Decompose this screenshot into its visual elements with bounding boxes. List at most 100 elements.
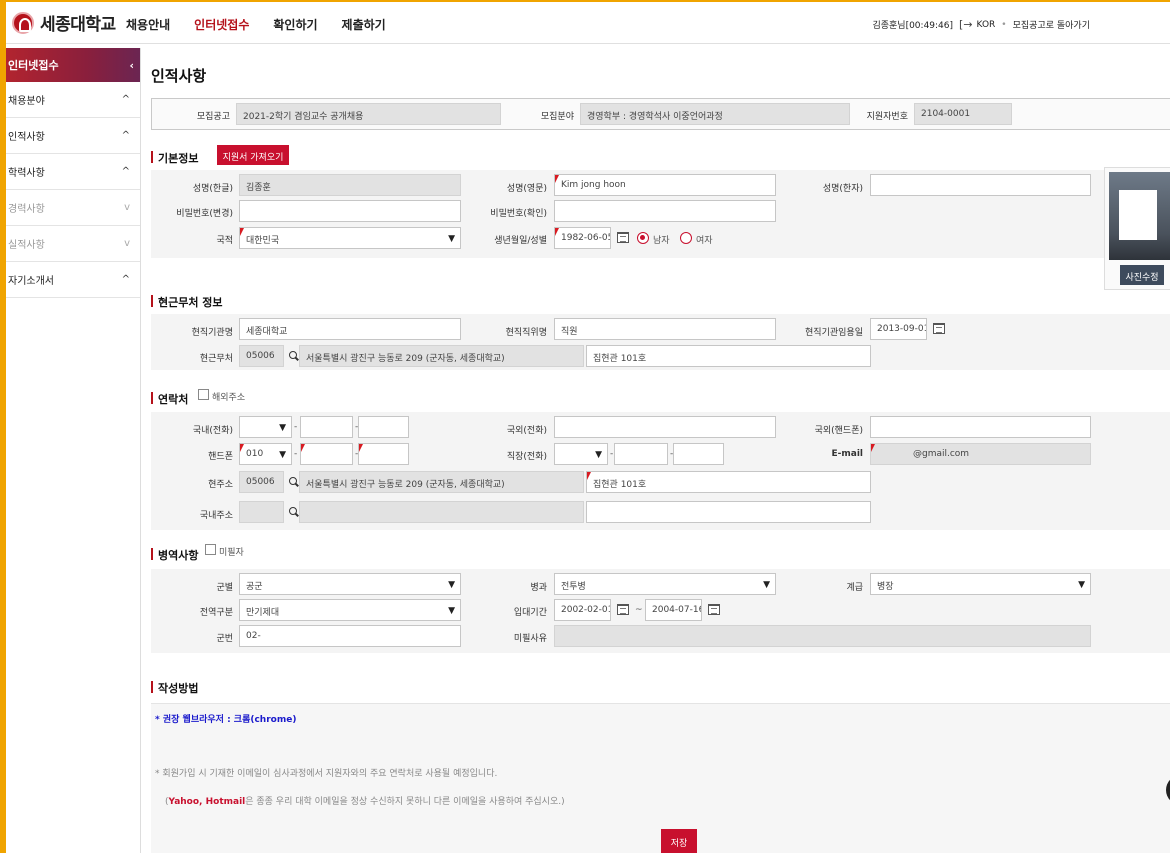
service-end-field[interactable]: 2004-07-16 (645, 599, 702, 621)
name-kr-label: 성명(한글) (192, 184, 233, 194)
intl-tel-field[interactable] (554, 416, 776, 438)
domestic-tel-label: 국내(전화) (192, 426, 233, 436)
overseas-address-checkbox[interactable] (198, 389, 209, 400)
gender-female-radio[interactable] (680, 232, 692, 244)
nationality-value: 대한민국 (246, 236, 280, 246)
nav-online-apply[interactable]: 인터넷접수 (194, 16, 249, 33)
domestic-zip-field (239, 501, 284, 523)
hire-date-label: 현직기관임용일 (805, 328, 863, 338)
mobile-last-field[interactable] (358, 443, 409, 465)
work-tel-mid-field[interactable] (614, 443, 668, 465)
discharge-type-select[interactable]: 만기제대 ▼ (239, 599, 461, 621)
mobile-prefix-select[interactable]: 010 ▼ (239, 443, 292, 465)
dropdown-arrow-icon: ▼ (448, 606, 455, 616)
password-field[interactable] (239, 200, 461, 222)
separator-dot: • (1001, 19, 1007, 30)
search-icon[interactable] (289, 507, 299, 517)
logout-icon[interactable]: [→ (959, 18, 973, 31)
mobile-mid-field[interactable] (300, 443, 353, 465)
domestic-tel-mid-field[interactable] (300, 416, 353, 438)
sidebar-item-label: 채용분야 (8, 96, 45, 107)
name-en-field[interactable]: Kim jong hoon (554, 174, 776, 196)
calendar-icon[interactable] (708, 604, 720, 615)
dash: - (294, 449, 298, 459)
sidebar-item-career[interactable]: 경력사항 v (6, 190, 140, 226)
applicant-number-value: 2104-0001 (914, 103, 1012, 125)
calendar-icon[interactable] (617, 604, 629, 615)
service-start-field[interactable]: 2002-02-01 (554, 599, 611, 621)
military-exempt-checkbox[interactable] (205, 544, 216, 555)
work-info-title: 현근무처 정보 (151, 294, 223, 310)
sidebar-item-label: 자기소개서 (8, 276, 54, 287)
calendar-icon[interactable] (933, 323, 945, 334)
password-confirm-field[interactable] (554, 200, 776, 222)
exempt-reason-field (554, 625, 1091, 647)
branch-select[interactable]: 공군 ▼ (239, 573, 461, 595)
sidebar-item-field[interactable]: 채용분야 ^ (6, 82, 140, 118)
intl-mobile-label: 국외(핸드폰) (814, 426, 863, 436)
applicant-number-label: 지원자번호 (866, 112, 908, 122)
home-zip-field: 05006 (239, 471, 284, 493)
nav-check[interactable]: 확인하기 (273, 16, 317, 33)
domestic-address-detail-field[interactable] (586, 501, 871, 523)
service-period-label: 입대기간 (513, 608, 547, 618)
service-type-select[interactable]: 전투병 ▼ (554, 573, 776, 595)
discharge-type-label: 전역구분 (199, 608, 233, 618)
position-label: 현직직위명 (505, 328, 547, 338)
search-icon[interactable] (289, 351, 299, 361)
nationality-select[interactable]: 대한민국 ▼ (239, 227, 461, 249)
position-field[interactable]: 직원 (554, 318, 776, 340)
birth-date-field[interactable]: 1982-06-05 (554, 227, 611, 249)
guide-box: * 권장 웹브라우저 : 크롬(chrome) * 회원가입 시 기재한 이메일… (151, 703, 1170, 823)
military-box: 군별 공군 ▼ 병과 전투병 ▼ 계급 병장 ▼ 전역구분 만기제대 ▼ 입대기간 20… (151, 569, 1170, 653)
save-button[interactable]: 저장 (661, 829, 697, 853)
gender-male-radio[interactable] (637, 232, 649, 244)
edit-photo-button[interactable]: 사진수정 (1120, 265, 1164, 285)
home-address-label: 현주소 (208, 480, 233, 490)
contact-box: 국내(전화) ▼ - - 국외(전화) 국외(핸드폰) 핸드폰 010 ▼ - -… (151, 412, 1170, 530)
password-confirm-label: 비밀번호(확인) (490, 209, 547, 219)
rank-select[interactable]: 병장 ▼ (870, 573, 1091, 595)
nav-submit[interactable]: 제출하기 (342, 16, 386, 33)
back-to-notice-link[interactable]: 모집공고로 돌아가기 (1013, 18, 1090, 31)
user-session: 김종훈님[00:49:46] (872, 21, 954, 31)
sidebar-item-achievements[interactable]: 실적사항 v (6, 226, 140, 262)
org-field[interactable]: 세종대학교 (239, 318, 461, 340)
name-cn-field[interactable] (870, 174, 1091, 196)
home-address-detail-field[interactable]: 집현관 101호 (586, 471, 871, 493)
sidebar-item-self-intro[interactable]: 자기소개서 ^ (6, 262, 140, 298)
sidebar-item-education[interactable]: 학력사항 ^ (6, 154, 140, 190)
language-selector[interactable]: KOR (977, 20, 996, 30)
dropdown-arrow-icon: ▼ (763, 580, 770, 590)
chevron-up-icon: ^ (121, 166, 130, 177)
domestic-tel-last-field[interactable] (358, 416, 409, 438)
nav-recruit-info[interactable]: 채용안내 (126, 16, 170, 33)
sidebar: 인터넷접수 ‹ 채용분야 ^ 인적사항 ^ 학력사항 ^ 경력사항 v 실적사항 v 자기… (6, 48, 141, 853)
dropdown-arrow-icon: ▼ (448, 580, 455, 590)
load-application-button[interactable]: 지원서 가져오기 (217, 145, 289, 165)
dropdown-arrow-icon: ▼ (279, 423, 286, 433)
notice-info-box: 모집공고 2021-2학기 겸임교수 공개채용 모집분야 경영학부 : 경영학석… (151, 98, 1170, 130)
basic-info-box: 성명(한글) 김종훈 성명(영문) Kim jong hoon 성명(한자) 비… (151, 170, 1170, 258)
work-address-detail-field[interactable]: 집현관 101호 (586, 345, 871, 367)
domestic-tel-area-select[interactable]: ▼ (239, 416, 292, 438)
name-en-label: 성명(영문) (506, 184, 547, 194)
service-number-field[interactable]: 02- (239, 625, 461, 647)
intl-mobile-field[interactable] (870, 416, 1091, 438)
chevron-left-icon[interactable]: ‹ (129, 59, 134, 72)
search-icon[interactable] (289, 477, 299, 487)
branch-label: 군별 (216, 583, 233, 593)
hire-date-field[interactable]: 2013-09-01 (870, 318, 927, 340)
intl-tel-label: 국외(전화) (506, 426, 547, 436)
logo[interactable]: 세종대학교 (12, 10, 116, 35)
work-address-label: 현근무처 (199, 354, 233, 364)
sidebar-title: 인터넷접수 ‹ (6, 48, 140, 82)
name-kr-field[interactable]: 김종훈 (239, 174, 461, 196)
calendar-icon[interactable] (617, 232, 629, 243)
work-tel-area-select[interactable]: ▼ (554, 443, 608, 465)
sidebar-item-personal[interactable]: 인적사항 ^ (6, 118, 140, 154)
dropdown-arrow-icon: ▼ (1078, 580, 1085, 590)
work-tel-last-field[interactable] (673, 443, 724, 465)
domestic-address-label: 국내주소 (199, 511, 233, 521)
page-title: 인적사항 (151, 67, 207, 85)
